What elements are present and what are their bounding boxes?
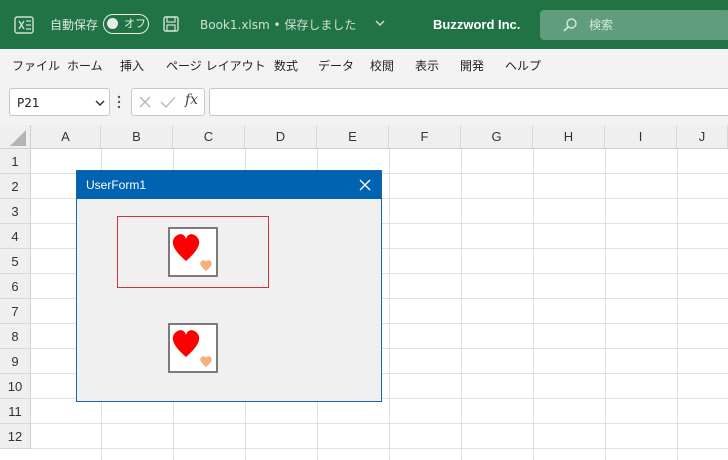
row-header-8[interactable]: 8 — [0, 324, 31, 349]
close-icon[interactable] — [358, 178, 372, 192]
column-header-e[interactable]: E — [317, 125, 389, 149]
toggle-label: オフ — [124, 17, 146, 30]
row-header-5[interactable]: 5 — [0, 249, 31, 274]
save-icon[interactable] — [162, 15, 180, 33]
menu-insert[interactable]: 挿入 — [120, 58, 144, 74]
chevron-down-icon[interactable] — [94, 97, 106, 109]
menu-view[interactable]: 表示 — [415, 58, 439, 74]
autosave-label: 自動保存 — [50, 18, 99, 32]
menu-file[interactable]: ファイル — [12, 58, 60, 74]
column-header-j[interactable]: J — [677, 125, 728, 149]
excel-app-icon — [14, 16, 34, 34]
title-bar: 自動保存 オフ Book1.xlsm • 保存しました Buzzword Inc… — [0, 0, 728, 49]
column-header-f[interactable]: F — [389, 125, 461, 149]
cancel-icon[interactable] — [138, 95, 152, 109]
ribbon-menu-bar: ファイル ホーム 挿入 ページ レイアウト 数式 データ 校閲 表示 開発 ヘル… — [0, 49, 728, 83]
insert-function-button[interactable]: fx — [185, 92, 198, 108]
column-header-c[interactable]: C — [173, 125, 245, 149]
row-header-7[interactable]: 7 — [0, 299, 31, 324]
row-header-11[interactable]: 11 — [0, 399, 31, 424]
image-control-2[interactable] — [168, 323, 218, 373]
column-header-h[interactable]: H — [533, 125, 605, 149]
row-header-2[interactable]: 2 — [0, 174, 31, 199]
column-header-g[interactable]: G — [461, 125, 533, 149]
select-all-button[interactable] — [0, 125, 31, 149]
hearts-icon — [172, 234, 212, 271]
menu-formulas[interactable]: 数式 — [274, 58, 298, 74]
menu-home[interactable]: ホーム — [67, 58, 103, 74]
menu-developer[interactable]: 開発 — [460, 58, 484, 74]
menu-data[interactable]: データ — [318, 58, 354, 74]
row-header-3[interactable]: 3 — [0, 199, 31, 224]
file-name[interactable]: Book1.xlsm • 保存しました — [200, 16, 356, 34]
formula-buttons: fx — [131, 88, 205, 116]
row-header-12[interactable]: 12 — [0, 424, 31, 449]
userform-title-bar[interactable]: UserForm1 — [77, 171, 381, 199]
formula-bar: P21 fx — [0, 83, 728, 125]
toggle-knob — [107, 18, 118, 29]
name-box-value: P21 — [17, 96, 40, 110]
menu-page-layout[interactable]: ページ レイアウト — [166, 58, 266, 74]
row-header-10[interactable]: 10 — [0, 374, 31, 399]
name-box[interactable]: P21 — [9, 88, 110, 116]
row-header-4[interactable]: 4 — [0, 224, 31, 249]
more-options-icon[interactable] — [116, 95, 122, 109]
menu-review[interactable]: 校閲 — [370, 58, 394, 74]
column-header-b[interactable]: B — [101, 125, 173, 149]
search-placeholder: 検索 — [589, 18, 614, 32]
image-control-1[interactable] — [168, 227, 218, 277]
menu-help[interactable]: ヘルプ — [505, 58, 541, 74]
row-header-1[interactable]: 1 — [0, 149, 31, 174]
autosave-toggle[interactable]: オフ — [103, 14, 149, 34]
column-header-d[interactable]: D — [245, 125, 317, 149]
company-name: Buzzword Inc. — [433, 17, 521, 32]
select-all-triangle-icon — [10, 130, 26, 146]
userform-title: UserForm1 — [86, 178, 147, 192]
search-box[interactable]: 検索 — [540, 10, 728, 40]
hearts-icon — [172, 330, 212, 367]
column-header-i[interactable]: I — [605, 125, 677, 149]
column-header-a[interactable]: A — [31, 125, 101, 149]
userform-window: UserForm1 — [76, 170, 382, 402]
row-header-6[interactable]: 6 — [0, 274, 31, 299]
chevron-down-icon[interactable] — [373, 16, 387, 30]
check-icon[interactable] — [160, 95, 176, 109]
formula-input[interactable] — [209, 88, 728, 116]
search-icon — [563, 18, 577, 32]
row-header-9[interactable]: 9 — [0, 349, 31, 374]
